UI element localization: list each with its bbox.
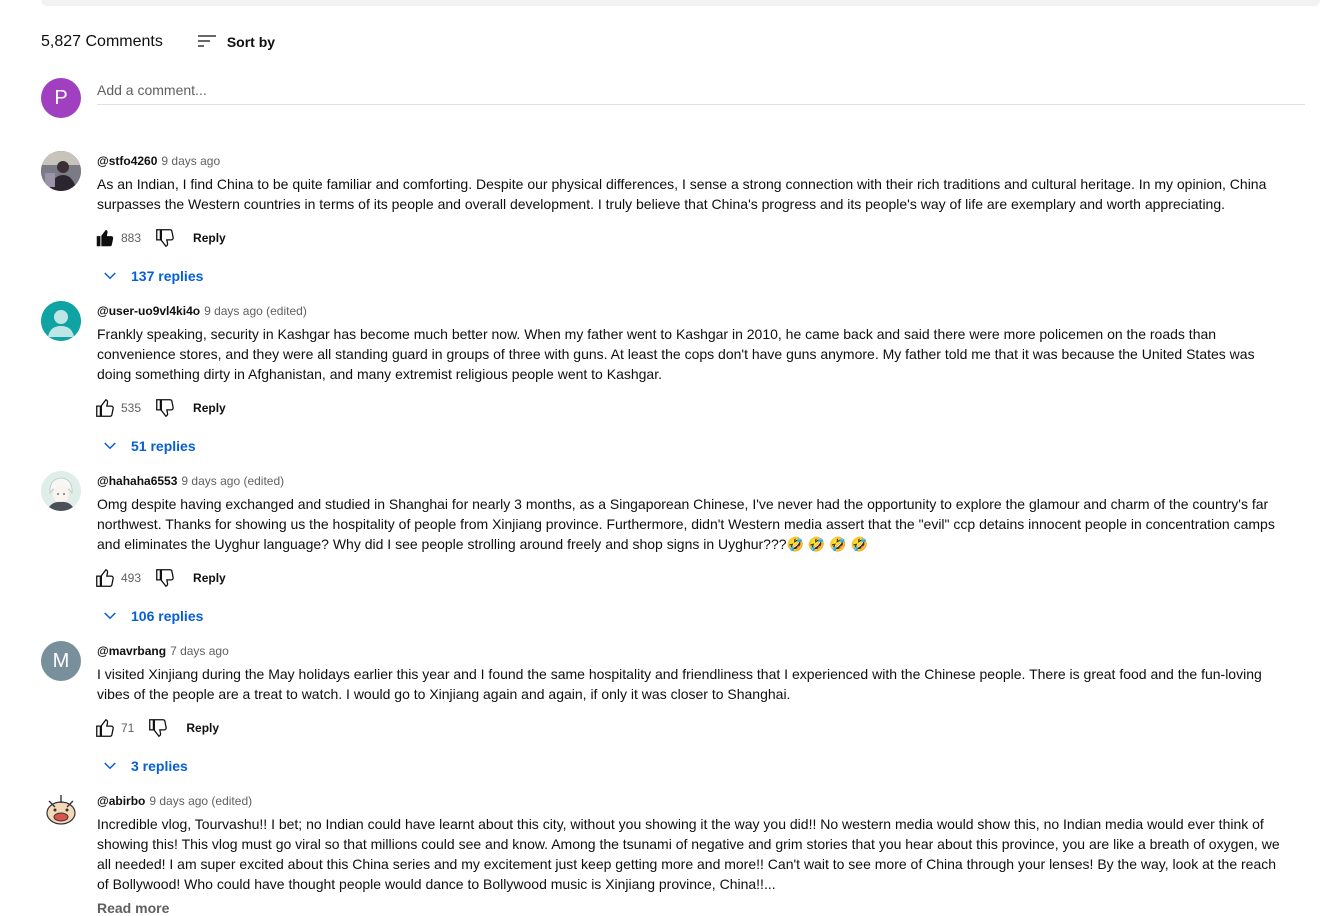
like-icon[interactable] bbox=[93, 566, 117, 590]
comment-text: Frankly speaking, security in Kashgar ha… bbox=[97, 326, 1255, 382]
comment-text: Incredible vlog, Tourvashu!! I bet; no I… bbox=[97, 816, 1280, 892]
comment-author[interactable]: @hahaha6553 bbox=[97, 474, 177, 488]
like-count: 535 bbox=[121, 401, 142, 415]
reply-button[interactable]: Reply bbox=[193, 571, 226, 585]
video-description-panel-edge bbox=[41, 0, 1320, 6]
replies-label: 137 replies bbox=[131, 268, 204, 284]
dislike-icon[interactable] bbox=[146, 716, 170, 740]
avatar[interactable] bbox=[41, 791, 81, 831]
avatar-letter: P bbox=[54, 86, 68, 109]
replies-label: 106 replies bbox=[131, 608, 204, 624]
chevron-down-icon bbox=[104, 442, 116, 450]
view-replies-button[interactable]: 137 replies bbox=[101, 264, 1287, 288]
avatar[interactable] bbox=[41, 151, 81, 191]
comment-count: 5,827 Comments bbox=[41, 33, 163, 50]
avatar[interactable] bbox=[41, 301, 81, 341]
view-replies-button[interactable]: 106 replies bbox=[101, 604, 1287, 628]
comment-timestamp[interactable]: 9 days ago bbox=[161, 154, 220, 168]
like-icon[interactable] bbox=[93, 226, 117, 250]
default-user-icon bbox=[41, 301, 81, 341]
view-replies-button[interactable]: 51 replies bbox=[101, 434, 1287, 458]
comment-composer: P bbox=[41, 78, 1305, 120]
comment-timestamp[interactable]: 7 days ago bbox=[170, 644, 229, 658]
replies-label: 3 replies bbox=[131, 758, 188, 774]
avatar[interactable]: M bbox=[41, 641, 81, 681]
comment-timestamp[interactable]: 9 days ago (edited) bbox=[181, 474, 284, 488]
comment-author[interactable]: @user-uo9vl4ki4o bbox=[97, 304, 200, 318]
dislike-icon[interactable] bbox=[153, 566, 177, 590]
reply-button[interactable]: Reply bbox=[193, 401, 226, 415]
avatar-letter: M bbox=[52, 649, 70, 672]
like-count: 493 bbox=[121, 571, 142, 585]
comment-author[interactable]: @abirbo bbox=[97, 794, 145, 808]
avatar[interactable] bbox=[41, 471, 81, 511]
avatar[interactable]: P bbox=[41, 78, 81, 118]
comment-author[interactable]: @stfo4260 bbox=[97, 154, 157, 168]
like-icon[interactable] bbox=[93, 396, 117, 420]
reply-button[interactable]: Reply bbox=[193, 231, 226, 245]
add-comment-input[interactable] bbox=[97, 78, 1305, 105]
chevron-down-icon bbox=[104, 272, 116, 280]
comment-timestamp[interactable]: 9 days ago (edited) bbox=[204, 304, 307, 318]
comment-timestamp[interactable]: 9 days ago (edited) bbox=[149, 794, 252, 808]
comment-text: As an Indian, I find China to be quite f… bbox=[97, 176, 1267, 212]
comment-author[interactable]: @mavrbang bbox=[97, 644, 166, 658]
sort-icon bbox=[197, 35, 216, 47]
replies-label: 51 replies bbox=[131, 438, 196, 454]
sort-by-label: Sort by bbox=[226, 34, 276, 50]
comments-header: 5,827 Comments Sort by bbox=[41, 28, 275, 56]
comment-text: I visited Xinjiang during the May holida… bbox=[97, 666, 1262, 702]
chevron-down-icon bbox=[104, 612, 116, 620]
reply-button[interactable]: Reply bbox=[186, 721, 219, 735]
dislike-icon[interactable] bbox=[153, 396, 177, 420]
like-count: 883 bbox=[121, 231, 142, 245]
like-icon[interactable] bbox=[93, 716, 117, 740]
like-count: 71 bbox=[121, 721, 135, 735]
read-more-button[interactable]: Read more bbox=[97, 900, 1287, 916]
sort-by-button[interactable]: Sort by bbox=[195, 30, 275, 54]
chevron-down-icon bbox=[104, 762, 116, 770]
comment-text: Omg despite having exchanged and studied… bbox=[97, 496, 1275, 552]
anime-avatar-icon bbox=[41, 471, 81, 511]
cartoon-face-icon bbox=[41, 791, 81, 831]
user-photo-icon bbox=[41, 151, 81, 191]
view-replies-button[interactable]: 3 replies bbox=[101, 754, 1287, 778]
dislike-icon[interactable] bbox=[153, 226, 177, 250]
